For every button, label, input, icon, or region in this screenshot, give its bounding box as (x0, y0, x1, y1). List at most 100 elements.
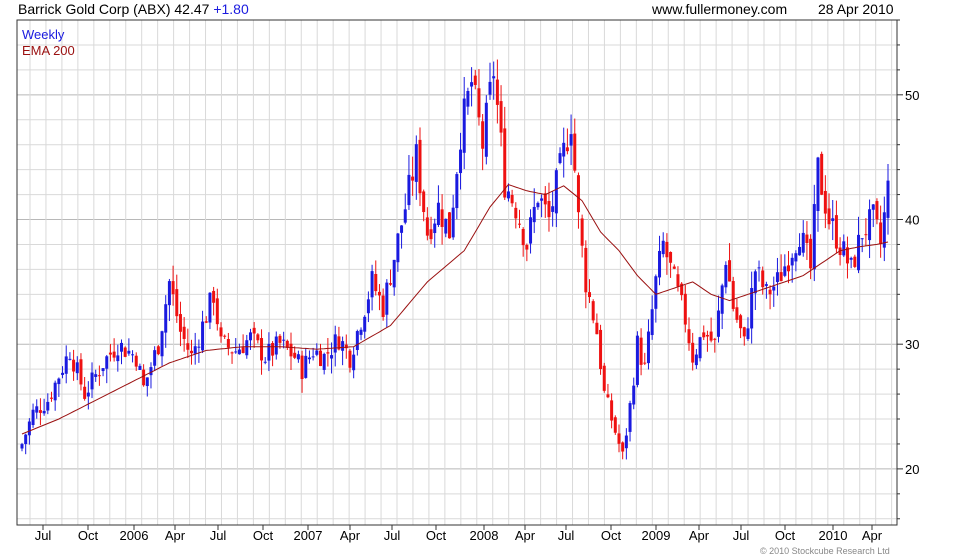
candle-body (639, 337, 643, 365)
x-tick-label: Apr (340, 528, 361, 543)
candle-body (540, 198, 544, 201)
candle-body (322, 353, 326, 370)
candle-body (731, 281, 735, 309)
candle-body (24, 434, 28, 445)
candle-body (175, 289, 179, 317)
y-tick-label: 20 (905, 462, 919, 477)
candle-body (429, 229, 433, 240)
candle-body (473, 75, 477, 85)
candle-body (521, 228, 525, 246)
y-tick-label: 40 (905, 213, 919, 228)
x-tick-label: Jul (733, 528, 750, 543)
candle-body (219, 327, 223, 337)
candle-body (724, 264, 728, 288)
x-tick-label: Jul (210, 528, 227, 543)
plot-frame (16, 19, 898, 526)
candle-body (326, 352, 330, 354)
candle-body (230, 352, 234, 354)
candle-body (646, 331, 650, 364)
candle-body (790, 257, 794, 266)
candle-body (197, 346, 201, 348)
candle-body (385, 282, 389, 315)
candle-body (558, 153, 562, 164)
candle-body (779, 272, 783, 282)
candle-body (536, 202, 540, 208)
grid-lines (17, 19, 897, 525)
x-tick-label: Oct (426, 528, 447, 543)
candle-body (853, 256, 857, 267)
candle-body (794, 253, 798, 262)
candle-body (90, 372, 94, 390)
candle-body (208, 292, 212, 323)
candle-body (64, 356, 68, 374)
candle-body (134, 355, 138, 367)
candle-body (481, 121, 485, 149)
candle-body (167, 281, 171, 306)
candle-body (108, 352, 112, 355)
candle-body (363, 316, 367, 332)
candle-body (551, 206, 555, 212)
candle-body (68, 358, 72, 360)
candle-body (374, 273, 378, 292)
candle-body (875, 201, 879, 220)
candle-body (462, 98, 466, 153)
x-tick-label: Apr (862, 528, 883, 543)
candle-body (94, 374, 98, 377)
candle-body (672, 266, 676, 269)
candle-body (834, 215, 838, 249)
x-tick-label: Jul (558, 528, 575, 543)
candle-body (86, 392, 90, 397)
x-tick-label: Apr (689, 528, 710, 543)
candle-body (27, 421, 31, 436)
candle-body (635, 335, 639, 385)
candle-body (119, 342, 123, 352)
candle-body (665, 241, 669, 258)
candle-body (470, 82, 474, 87)
candle-body (355, 331, 359, 351)
candle-body (400, 225, 404, 233)
candle-body (171, 281, 175, 295)
candle-body (506, 191, 510, 199)
candle-body (252, 327, 256, 334)
candle-body (687, 329, 691, 344)
x-tick-label: Apr (165, 528, 186, 543)
candle-body (720, 285, 724, 314)
candle-body (772, 286, 776, 291)
candle-body (149, 367, 153, 376)
candle-body (669, 252, 673, 263)
candle-body (775, 272, 779, 283)
candle-body (436, 202, 440, 226)
candle-body (702, 332, 706, 338)
copyright-credit: © 2010 Stockcube Research Ltd (760, 546, 890, 556)
candle-body (359, 329, 363, 335)
candle-body (300, 355, 304, 380)
candle-body (654, 276, 658, 309)
candle-body (403, 209, 407, 223)
candle-body (562, 142, 566, 157)
x-tick-label: Oct (253, 528, 274, 543)
candle-body (823, 190, 827, 214)
candle-body (215, 298, 219, 325)
candle-body (864, 234, 868, 236)
candle-body (595, 322, 599, 335)
x-tick-label: 2009 (642, 528, 671, 543)
candle-body (38, 410, 42, 413)
candle-body (46, 401, 50, 411)
candle-body (256, 334, 260, 341)
candle-body (588, 292, 592, 298)
x-tick-label: 2008 (470, 528, 499, 543)
candle-body (212, 290, 216, 303)
candle-body (750, 288, 754, 329)
candle-body (190, 350, 194, 354)
candle-body (761, 270, 765, 288)
candle-body (621, 442, 625, 452)
candle-body (820, 153, 824, 195)
candle-body (105, 356, 109, 369)
candle-body (565, 147, 569, 152)
candle-body (683, 293, 687, 325)
candle-body (716, 310, 720, 337)
chart-legend: Weekly EMA 200 (22, 27, 75, 59)
candle-body (330, 355, 334, 359)
candle-body (241, 347, 245, 353)
candle-body (414, 144, 418, 182)
